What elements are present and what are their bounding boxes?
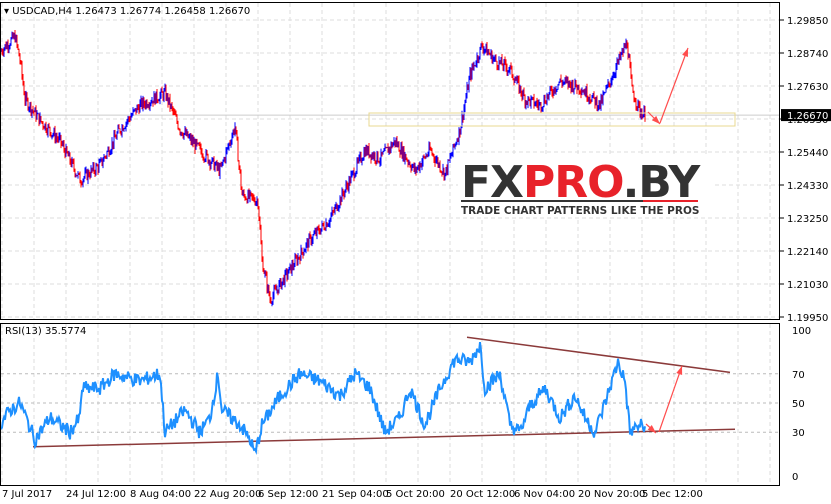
x-tick-label: 6 Nov 04:00: [514, 489, 575, 500]
chart-canvas[interactable]: FXPRO.BY TRADE CHART PATTERNS LIKE THE P…: [0, 0, 831, 504]
rsi-up-arrow: [658, 365, 683, 433]
price-up-arrow-head: [682, 48, 688, 57]
rsi-tick-label: 100: [792, 326, 811, 337]
fxpro-logo: FXPRO.BY TRADE CHART PATTERNS LIKE THE P…: [458, 155, 712, 217]
x-tick-label: 20 Nov 20:00: [578, 489, 645, 500]
rsi-tick-label: 50: [792, 399, 805, 410]
x-tick-label: 5 Dec 12:00: [642, 489, 703, 500]
rsi-up-arrow-head: [676, 366, 683, 375]
y-tick-label: 1.25440: [787, 148, 828, 159]
y-tick-label: 1.27630: [787, 82, 828, 93]
x-tick-label: 22 Aug 20:00: [194, 489, 261, 500]
chart-title[interactable]: ▾ USDCAD,H4 1.26473 1.26774 1.26458 1.26…: [4, 6, 250, 17]
x-tick-label: 5 Oct 20:00: [386, 489, 445, 500]
y-tick-label: 1.22140: [787, 247, 828, 258]
x-tick-label: 20 Oct 12:00: [450, 489, 515, 500]
y-tick-label: 1.19950: [787, 313, 828, 324]
y-tick-label: 1.24330: [787, 181, 828, 192]
x-tick-label: 24 Jul 12:00: [66, 489, 126, 500]
current-price-label: 1.26670: [787, 111, 828, 122]
y-tick-label: 1.29850: [787, 16, 828, 27]
rsi-tick-label: 70: [792, 370, 805, 381]
chart-window[interactable]: FXPRO.BY TRADE CHART PATTERNS LIKE THE P…: [0, 0, 831, 504]
x-tick-label: 7 Jul 2017: [2, 489, 52, 500]
rsi-tick-label: 0: [792, 472, 798, 483]
x-tick-label: 21 Sep 04:00: [322, 489, 389, 500]
y-tick-label: 1.28740: [787, 49, 828, 60]
rsi-panel-frame: [0, 323, 780, 486]
x-tick-label: 6 Sep 12:00: [258, 489, 318, 500]
y-tick-label: 1.23250: [787, 214, 828, 225]
rsi-tick-label: 30: [792, 428, 805, 439]
rsi-title: RSI(13) 35.5774: [5, 326, 86, 337]
logo-tagline: TRADE CHART PATTERNS LIKE THE PROS: [461, 205, 699, 217]
y-tick-label: 1.21030: [787, 280, 828, 291]
x-tick-label: 8 Aug 04:00: [130, 489, 191, 500]
rsi-resistance-trendline: [466, 336, 731, 374]
